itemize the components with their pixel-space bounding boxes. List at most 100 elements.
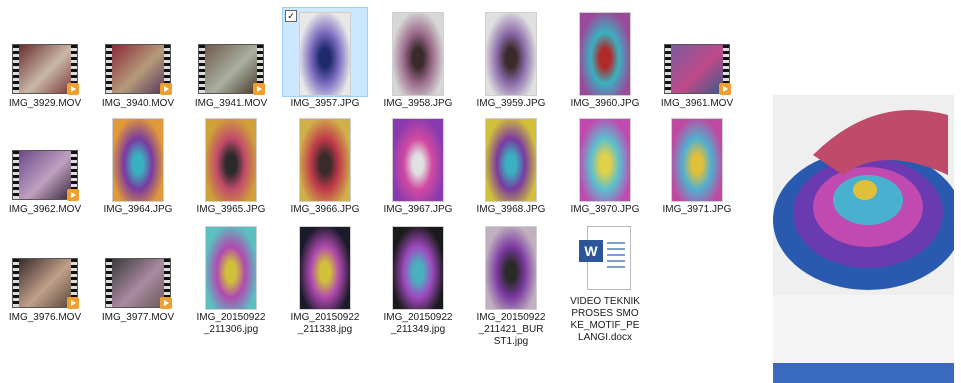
video-thumbnail — [198, 44, 265, 95]
file-item[interactable]: IMG_20150922_211421_BURST1.jpg — [466, 222, 556, 348]
photo-thumbnail — [485, 226, 537, 310]
file-item[interactable]: IMG_20150922_211349.jpg — [373, 222, 463, 336]
file-name: IMG_20150922_211338.jpg — [290, 312, 360, 335]
file-thumbnail — [283, 222, 367, 310]
checkbox-icon[interactable]: ✓ — [285, 10, 297, 22]
file-item[interactable]: IMG_3958.JPG — [373, 8, 463, 110]
file-thumbnail: W — [563, 222, 647, 292]
file-thumbnail — [96, 222, 180, 310]
play-icon — [160, 297, 172, 309]
file-thumbnail — [96, 114, 180, 202]
photo-thumbnail — [205, 118, 257, 202]
file-name: IMG_3940.MOV — [101, 98, 175, 109]
photo-thumbnail — [579, 118, 631, 202]
file-item[interactable]: ✓ IMG_3957.JPG — [280, 7, 370, 110]
file-thumbnail — [283, 114, 367, 202]
file-item[interactable]: IMG_3929.MOV — [0, 8, 90, 110]
file-thumbnail — [469, 114, 553, 202]
preview-table-edge — [773, 363, 954, 383]
file-item[interactable]: W VIDEO TEKNIK PROSES SMOKE_MOTIF_PELANGI… — [560, 222, 650, 344]
file-item[interactable]: IMG_3940.MOV — [93, 8, 183, 110]
photo-thumbnail — [671, 118, 723, 202]
file-thumbnail — [469, 222, 553, 310]
file-item[interactable]: IMG_3962.MOV — [0, 114, 90, 216]
preview-skirt-center — [853, 180, 877, 200]
file-thumbnail — [3, 114, 87, 202]
file-thumbnail — [563, 114, 647, 202]
file-thumbnail — [376, 222, 460, 310]
file-name: IMG_3957.JPG — [290, 98, 360, 109]
file-name: IMG_3968.JPG — [476, 204, 546, 215]
video-thumbnail — [105, 258, 172, 309]
file-thumbnail — [655, 114, 739, 202]
video-thumbnail — [12, 44, 79, 95]
file-thumbnail — [3, 8, 87, 96]
preview-image — [773, 95, 954, 383]
file-name: IMG_3964.JPG — [103, 204, 173, 215]
photo-thumbnail — [205, 226, 257, 310]
file-thumbnail — [469, 8, 553, 96]
file-name: IMG_3977.MOV — [101, 312, 175, 323]
file-name: IMG_20150922_211349.jpg — [383, 312, 453, 335]
file-item[interactable]: IMG_3959.JPG — [466, 8, 556, 110]
file-name: IMG_3962.MOV — [8, 204, 82, 215]
photo-thumbnail — [392, 226, 444, 310]
file-thumbnail: ✓ — [282, 7, 368, 97]
file-thumbnail — [3, 222, 87, 310]
play-icon — [67, 83, 79, 95]
photo-thumbnail — [392, 12, 444, 96]
file-name: IMG_3929.MOV — [8, 98, 82, 109]
video-thumbnail — [12, 150, 79, 201]
file-name: IMG_3965.JPG — [196, 204, 266, 215]
photo-thumbnail — [299, 118, 351, 202]
file-thumbnail — [189, 8, 273, 96]
file-name: IMG_3959.JPG — [476, 98, 546, 109]
file-item[interactable]: IMG_3967.JPG — [373, 114, 463, 216]
file-item[interactable]: IMG_3960.JPG — [560, 8, 650, 110]
photo-thumbnail — [112, 118, 164, 202]
file-item[interactable]: IMG_3977.MOV — [93, 222, 183, 324]
file-name: IMG_20150922_211421_BURST1.jpg — [476, 312, 546, 347]
file-name: IMG_3961.MOV — [660, 98, 734, 109]
play-icon — [160, 83, 172, 95]
file-item[interactable]: IMG_20150922_211338.jpg — [280, 222, 370, 336]
word-document-icon: W — [579, 226, 631, 292]
file-item[interactable]: IMG_3964.JPG — [93, 114, 183, 216]
play-icon — [67, 297, 79, 309]
file-name: IMG_3958.JPG — [383, 98, 453, 109]
file-thumbnail — [563, 8, 647, 96]
file-name: IMG_3966.JPG — [290, 204, 360, 215]
file-thumbnail — [376, 114, 460, 202]
file-name: IMG_3970.JPG — [570, 204, 640, 215]
photo-thumbnail — [299, 12, 351, 96]
file-name: IMG_20150922_211306.jpg — [196, 312, 266, 335]
file-item[interactable]: IMG_20150922_211306.jpg — [186, 222, 276, 336]
video-thumbnail — [12, 258, 79, 309]
play-icon — [67, 189, 79, 201]
file-item[interactable]: IMG_3970.JPG — [560, 114, 650, 216]
file-item[interactable]: IMG_3971.JPG — [652, 114, 742, 216]
file-grid: IMG_3929.MOV IMG_3940.MOV IMG_3941.MOV ✓ IMG… — [0, 0, 760, 383]
video-thumbnail — [664, 44, 731, 95]
file-name: IMG_3971.JPG — [662, 204, 732, 215]
play-icon — [253, 83, 265, 95]
file-item[interactable]: IMG_3976.MOV — [0, 222, 90, 324]
file-name: VIDEO TEKNIK PROSES SMOKE_MOTIF_PELANGI.… — [570, 296, 640, 343]
photo-thumbnail — [392, 118, 444, 202]
file-name: IMG_3976.MOV — [8, 312, 82, 323]
file-thumbnail — [189, 222, 273, 310]
photo-thumbnail — [579, 12, 631, 96]
file-thumbnail — [376, 8, 460, 96]
photo-thumbnail — [485, 12, 537, 96]
video-thumbnail — [105, 44, 172, 95]
file-name: IMG_3967.JPG — [383, 204, 453, 215]
file-item[interactable]: IMG_3961.MOV — [652, 8, 742, 110]
file-item[interactable]: IMG_3965.JPG — [186, 114, 276, 216]
file-thumbnail — [96, 8, 180, 96]
file-name: IMG_3960.JPG — [570, 98, 640, 109]
file-item[interactable]: IMG_3941.MOV — [186, 8, 276, 110]
photo-thumbnail — [299, 226, 351, 310]
file-item[interactable]: IMG_3968.JPG — [466, 114, 556, 216]
file-item[interactable]: IMG_3966.JPG — [280, 114, 370, 216]
file-thumbnail — [655, 8, 739, 96]
